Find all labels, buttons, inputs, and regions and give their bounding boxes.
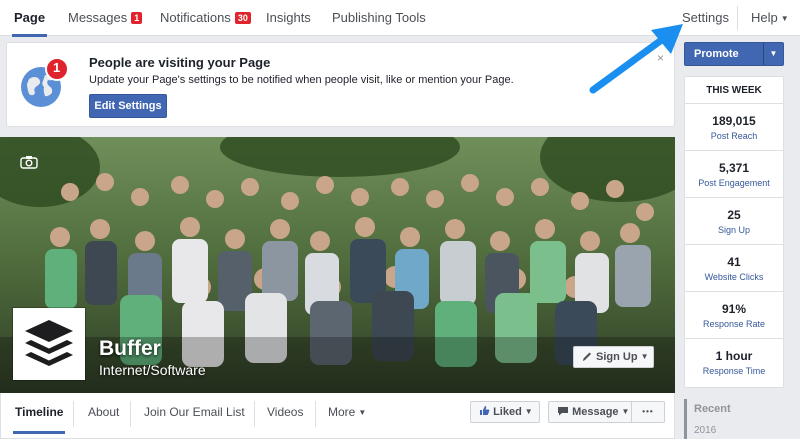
chevron-down-icon: ▼ xyxy=(621,407,630,416)
stat-label: Post Reach xyxy=(710,131,758,141)
tab-insights[interactable]: Insights xyxy=(266,0,311,36)
tab-label: Page xyxy=(14,10,46,25)
buffer-logo-icon xyxy=(25,320,73,366)
page-name: Buffer xyxy=(99,337,161,360)
sign-up-label: Sign Up xyxy=(596,351,638,363)
stat-value: 41 xyxy=(727,255,741,269)
chevron-down-icon: ▼ xyxy=(524,407,533,416)
tab-publishing-tools[interactable]: Publishing Tools xyxy=(332,0,426,36)
annotation-arrow-icon xyxy=(589,24,683,94)
notification-text: Update your Page's settings to be notifi… xyxy=(89,74,514,86)
tab-label: Notifications xyxy=(160,10,231,25)
this-week-stats-panel: THIS WEEK 189,015 Post Reach 5,371 Post … xyxy=(684,76,784,388)
nav-about[interactable]: About xyxy=(88,405,119,419)
help-menu[interactable]: Help ▼ xyxy=(751,0,789,36)
globe-badge-wrapper: 1 xyxy=(17,57,69,109)
stat-website-clicks[interactable]: 41 Website Clicks xyxy=(685,246,783,292)
tab-label: Publishing Tools xyxy=(332,10,426,25)
stat-value: 91% xyxy=(721,302,747,316)
chevron-down-icon: ▼ xyxy=(780,14,789,23)
profile-picture[interactable] xyxy=(13,308,85,380)
stat-sign-up[interactable]: 25 Sign Up xyxy=(685,199,783,245)
stat-value: 25 xyxy=(727,208,741,222)
stat-label: Response Time xyxy=(702,366,766,376)
stat-value: 189,015 xyxy=(712,114,756,128)
promote-label: Promote xyxy=(694,48,739,60)
stat-label: Website Clicks xyxy=(704,272,764,282)
nav-more-label: More xyxy=(328,405,356,419)
stat-label: Post Engagement xyxy=(698,178,770,188)
liked-button[interactable]: Liked ▼ xyxy=(470,401,540,423)
tab-notifications[interactable]: Notifications 30 xyxy=(160,0,251,36)
stat-value: 1 hour xyxy=(715,349,753,363)
help-label: Help xyxy=(751,10,778,25)
camera-icon[interactable] xyxy=(20,155,38,169)
page-nav: Timeline About Join Our Email List Video… xyxy=(0,393,675,439)
divider xyxy=(73,401,74,427)
visitor-notification-card: 1 People are visiting your Page Update y… xyxy=(6,42,675,127)
nav-videos[interactable]: Videos xyxy=(267,405,303,419)
notifications-count-badge: 30 xyxy=(234,12,251,24)
stat-post-reach[interactable]: 189,015 Post Reach xyxy=(685,105,783,151)
tab-label: Insights xyxy=(266,10,311,25)
divider xyxy=(254,401,255,427)
notification-count: 1 xyxy=(53,60,61,75)
chevron-down-icon[interactable]: ▼ xyxy=(763,43,783,65)
recent-link[interactable]: Recent xyxy=(694,403,784,415)
stat-response-rate[interactable]: 91% Response Rate xyxy=(685,293,783,339)
message-button[interactable]: Message ▼ xyxy=(548,401,634,423)
stat-response-time[interactable]: 1 hour Response Time xyxy=(685,340,783,386)
promote-button[interactable]: Promote ▼ xyxy=(684,42,784,66)
nav-join-email-list[interactable]: Join Our Email List xyxy=(144,405,245,419)
divider xyxy=(130,401,131,427)
stat-value: 5,371 xyxy=(718,161,750,175)
tab-page[interactable]: Page xyxy=(11,0,48,37)
liked-label: Liked xyxy=(493,406,522,418)
page-category: Internet/Software xyxy=(99,362,206,378)
stat-post-engagement[interactable]: 5,371 Post Engagement xyxy=(685,152,783,198)
tab-messages[interactable]: Messages 1 xyxy=(68,0,143,36)
notification-title: People are visiting your Page xyxy=(89,55,271,70)
messages-count-badge: 1 xyxy=(131,12,143,24)
chevron-down-icon: ▼ xyxy=(358,408,367,417)
this-week-title: THIS WEEK xyxy=(685,77,783,104)
nav-more[interactable]: More ▼ xyxy=(328,405,366,419)
message-icon xyxy=(558,407,568,416)
year-2016-link[interactable]: 2016 xyxy=(694,425,784,436)
tab-label: Messages xyxy=(68,10,128,25)
thumbs-up-icon xyxy=(480,406,490,415)
more-options-button[interactable]: ••• xyxy=(631,401,665,423)
pencil-icon xyxy=(583,352,591,361)
message-label: Message xyxy=(572,406,619,418)
stat-label: Response Rate xyxy=(702,319,766,329)
edit-settings-button[interactable]: Edit Settings xyxy=(89,94,167,118)
divider xyxy=(737,6,738,30)
stat-label: Sign Up xyxy=(717,225,751,235)
divider xyxy=(315,401,316,427)
recent-timeline-nav: Recent 2016 xyxy=(684,399,784,439)
nav-timeline[interactable]: Timeline xyxy=(12,405,66,434)
sign-up-button[interactable]: Sign Up ▼ xyxy=(573,346,654,368)
chevron-down-icon: ▼ xyxy=(640,352,649,361)
